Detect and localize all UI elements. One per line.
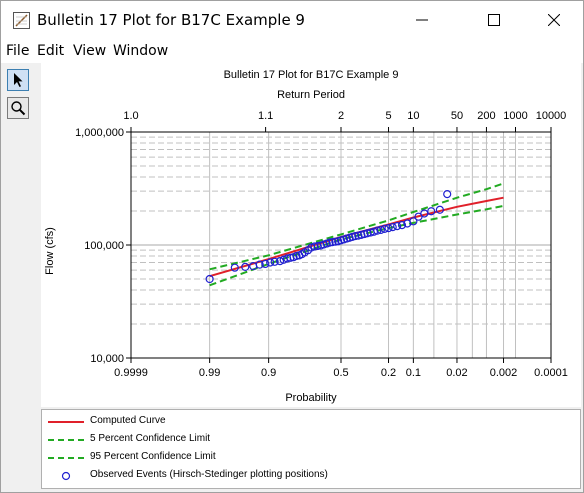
chart-app-icon xyxy=(13,12,30,29)
top-tick-label: 10000 xyxy=(536,110,567,122)
top-axis-label: Return Period xyxy=(277,89,345,101)
observed-event-point xyxy=(443,190,452,199)
legend-item-observed: Observed Events (Hirsch-Stedinger plotti… xyxy=(42,467,562,485)
y-tick-label: 1,000,000 xyxy=(75,127,124,139)
legend-swatch-5pct xyxy=(48,439,84,441)
window-title: Bulletin 17 Plot for B17C Example 9 xyxy=(37,11,305,29)
y-axis-label: Flow (cfs) xyxy=(44,227,56,275)
top-tick-label: 50 xyxy=(451,110,463,122)
y-tick-label: 100,000 xyxy=(84,240,124,252)
maximize-button[interactable] xyxy=(471,1,517,39)
pointer-tool-button[interactable] xyxy=(7,69,29,91)
legend-label-computed: Computed Curve xyxy=(90,415,166,426)
legend-label-observed: Observed Events (Hirsch-Stedinger plotti… xyxy=(90,469,328,480)
zoom-tool-button[interactable] xyxy=(7,97,29,119)
legend-swatch-computed xyxy=(48,421,84,423)
menu-window[interactable]: Window xyxy=(113,43,168,59)
top-tick-label: 1.1 xyxy=(258,110,273,122)
x-axis-label: Probability xyxy=(285,392,337,404)
minimize-button[interactable] xyxy=(399,1,445,39)
y-tick-label: 10,000 xyxy=(90,353,124,365)
plot-toolbar xyxy=(5,69,31,409)
menu-file[interactable]: File xyxy=(6,43,29,59)
x-tick-label: 0.9 xyxy=(261,367,276,379)
minimize-icon xyxy=(416,19,428,21)
x-tick-label: 0.02 xyxy=(446,367,467,379)
grid-lines xyxy=(131,132,551,358)
menu-view[interactable]: View xyxy=(73,43,106,59)
computed-curve-line xyxy=(209,196,504,278)
top-tick-label: 10 xyxy=(407,110,419,122)
pointer-arrow-icon xyxy=(14,73,23,87)
x-tick-label: 0.5 xyxy=(333,367,348,379)
top-tick-label: 1000 xyxy=(503,110,527,122)
legend-item-95pct: 95 Percent Confidence Limit xyxy=(42,449,562,467)
x-tick-label: 0.002 xyxy=(490,367,518,379)
top-tick-label: 200 xyxy=(477,110,495,122)
legend-label-95pct: 95 Percent Confidence Limit xyxy=(90,451,216,462)
frequency-chart[interactable]: Bulletin 17 Plot for B17C Example 9 Retu… xyxy=(41,63,581,407)
top-tick-label: 5 xyxy=(385,110,391,122)
plot-panel[interactable]: Bulletin 17 Plot for B17C Example 9 Retu… xyxy=(41,63,581,407)
close-button[interactable] xyxy=(531,1,577,39)
x-tick-label: 0.9999 xyxy=(114,367,148,379)
chart-app-icon-graphic xyxy=(15,14,28,27)
top-tick-label: 2 xyxy=(338,110,344,122)
maximize-icon xyxy=(488,14,500,26)
app-window: Bulletin 17 Plot for B17C Example 9 File… xyxy=(0,0,584,493)
legend-swatch-observed xyxy=(61,471,71,481)
close-icon xyxy=(548,14,560,26)
legend-item-computed: Computed Curve xyxy=(42,413,562,431)
chart-legend: Computed Curve 5 Percent Confidence Limi… xyxy=(41,409,581,489)
legend-swatch-95pct xyxy=(48,457,84,459)
x-tick-label: 0.1 xyxy=(406,367,421,379)
legend-label-5pct: 5 Percent Confidence Limit xyxy=(90,433,211,444)
x-tick-label: 0.99 xyxy=(199,367,220,379)
x-tick-label: 0.0001 xyxy=(534,367,568,379)
chart-title: Bulletin 17 Plot for B17C Example 9 xyxy=(224,69,399,81)
menu-bar: File Edit View Window xyxy=(1,39,583,63)
top-tick-label: 1.0 xyxy=(123,110,138,122)
x-tick-label: 0.2 xyxy=(381,367,396,379)
magnifier-zoom-icon xyxy=(11,101,26,116)
confidence-limit-95pct-line xyxy=(209,204,504,287)
legend-item-5pct: 5 Percent Confidence Limit xyxy=(42,431,562,449)
menu-edit[interactable]: Edit xyxy=(37,43,64,59)
title-bar[interactable]: Bulletin 17 Plot for B17C Example 9 xyxy=(1,1,583,39)
